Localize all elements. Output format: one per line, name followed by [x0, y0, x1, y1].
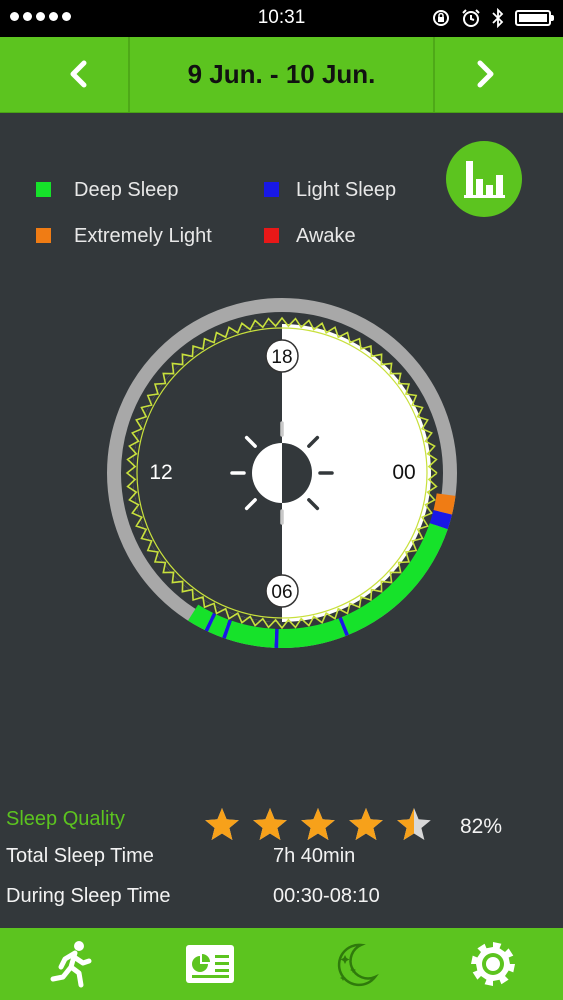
star-icon [205, 808, 239, 840]
chevron-right-icon[interactable] [460, 49, 510, 99]
status-bar: 10:31 [0, 0, 563, 37]
alarm-icon [462, 9, 480, 27]
moon-stars-icon [337, 943, 379, 987]
bar-chart-icon [464, 161, 505, 198]
svg-text:18: 18 [271, 347, 292, 368]
legend-swatch-extremely-light [36, 228, 51, 243]
legend-swatch-light [264, 182, 279, 197]
report-icon [186, 945, 234, 983]
dial-label-left: 12 [149, 461, 172, 484]
dial-label-right: 00 [392, 461, 415, 484]
rotation-lock-icon [433, 10, 449, 26]
tab-settings[interactable] [453, 936, 533, 992]
dial-label-bottom: 06 [265, 574, 299, 608]
star-icon [397, 808, 431, 840]
star-icon [349, 808, 383, 840]
gear-icon [471, 942, 515, 986]
bluetooth-icon [492, 8, 504, 28]
battery-icon [515, 10, 554, 26]
legend-swatch-deep [36, 182, 51, 197]
running-icon [50, 941, 92, 988]
sleep-quality-percent: 82% [460, 815, 503, 838]
during-sleep-value: 00:30-08:10 [273, 885, 380, 907]
date-range-title: 9 Jun. - 10 Jun. [187, 59, 376, 89]
star-icon [301, 808, 335, 840]
sleep-quality-label: Sleep Quality [6, 808, 125, 830]
tab-bar [0, 928, 563, 1000]
svg-text:06: 06 [271, 582, 292, 603]
bar-chart-button[interactable] [446, 141, 522, 217]
date-header: 9 Jun. - 10 Jun. [0, 37, 563, 113]
total-sleep-value: 7h 40min [273, 845, 356, 867]
legend-swatch-awake [264, 228, 279, 243]
sleep-dial: 18 06 12 00 [107, 298, 457, 649]
tab-report[interactable] [170, 936, 250, 992]
dial-label-top: 18 [265, 339, 299, 373]
total-sleep-label: Total Sleep Time [6, 845, 154, 867]
chevron-left-icon[interactable] [54, 49, 104, 99]
sleep-quality-stars [203, 806, 433, 844]
tab-activity[interactable] [32, 936, 112, 992]
during-sleep-label: During Sleep Time [6, 885, 171, 907]
star-icon [253, 808, 287, 840]
tab-sleep[interactable] [316, 936, 396, 992]
